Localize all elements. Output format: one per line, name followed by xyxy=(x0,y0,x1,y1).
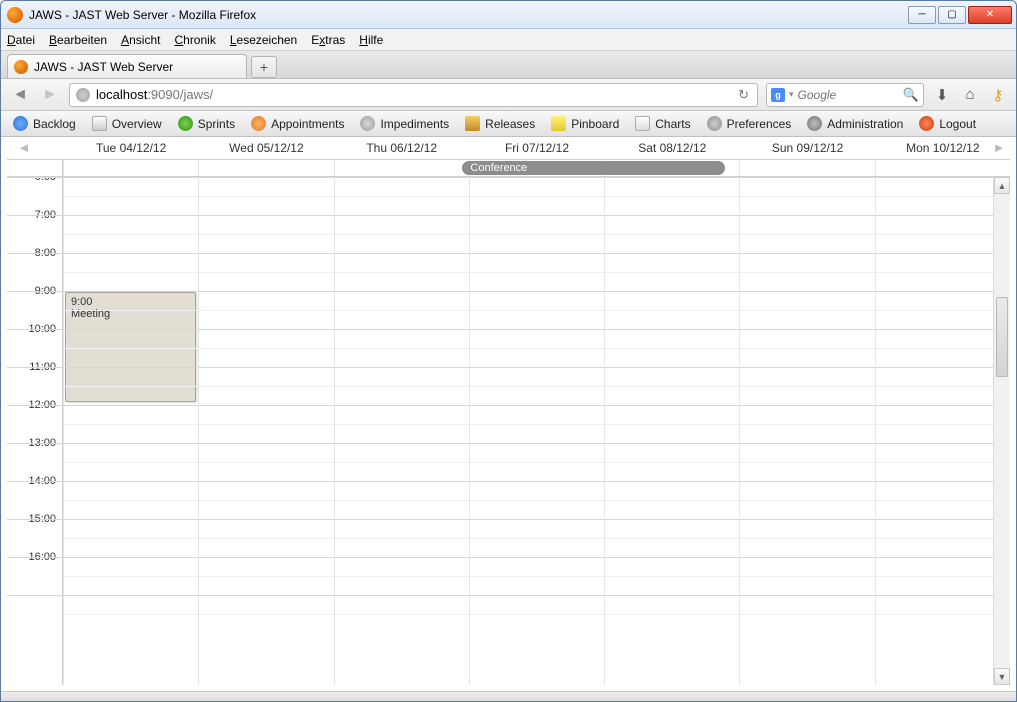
toolbar-appointments[interactable]: Appointments xyxy=(243,113,352,135)
menu-edit[interactable]: Bearbeiten xyxy=(49,33,107,47)
toolbar-overview[interactable]: Overview xyxy=(84,113,170,135)
day-column[interactable] xyxy=(739,177,874,685)
allday-row: Conference xyxy=(7,159,1010,177)
scroll-up-button[interactable]: ▲ xyxy=(994,177,1010,194)
vertical-scrollbar[interactable]: ▲ ▼ xyxy=(993,177,1010,685)
calendar-header: Tue 04/12/12 Wed 05/12/12 Thu 06/12/12 F… xyxy=(7,137,1010,159)
toolbar-impediments[interactable]: Impediments xyxy=(352,113,457,135)
browser-tab[interactable]: JAWS - JAST Web Server xyxy=(7,54,247,78)
close-button[interactable]: ✕ xyxy=(968,6,1012,24)
new-tab-button[interactable]: + xyxy=(251,56,277,78)
day-header: Wed 05/12/12 xyxy=(198,137,333,159)
nav-back-button[interactable]: ◄ xyxy=(9,84,31,106)
app-toolbar: Backlog Overview Sprints Appointments Im… xyxy=(1,111,1016,137)
toolbar-administration[interactable]: Administration xyxy=(799,113,911,135)
overview-icon xyxy=(92,116,107,131)
day-column[interactable] xyxy=(198,177,333,685)
allday-event-conference[interactable]: Conference xyxy=(462,161,724,175)
firefox-icon xyxy=(7,7,23,23)
day-column[interactable]: 9:00 Meeting xyxy=(63,177,198,685)
navbar: ◄ ► localhost:9090/jaws/ ↻ g ▾ 🔍 ⬇ ⌂ ⚷ xyxy=(1,79,1016,111)
google-icon: g xyxy=(771,88,785,102)
search-bar[interactable]: g ▾ 🔍 xyxy=(766,83,924,107)
menu-file[interactable]: Datei xyxy=(7,33,35,47)
preferences-icon xyxy=(707,116,722,131)
impediments-icon xyxy=(360,116,375,131)
appointments-icon xyxy=(251,116,266,131)
site-identity-icon xyxy=(76,88,90,102)
event-time: 9:00 xyxy=(71,296,190,308)
menu-history[interactable]: Chronik xyxy=(174,33,215,47)
search-submit-icon[interactable]: 🔍 xyxy=(903,87,919,103)
tab-favicon xyxy=(14,60,28,74)
tab-label: JAWS - JAST Web Server xyxy=(34,60,173,74)
day-header: Thu 06/12/12 xyxy=(334,137,469,159)
toolbar-releases[interactable]: Releases xyxy=(457,113,543,135)
logout-icon xyxy=(919,116,934,131)
pinboard-icon xyxy=(551,116,566,131)
tab-strip: JAWS - JAST Web Server + xyxy=(1,51,1016,79)
sprints-icon xyxy=(178,116,193,131)
reload-button[interactable]: ↻ xyxy=(738,87,751,103)
scroll-thumb[interactable] xyxy=(996,297,1008,377)
backlog-icon xyxy=(13,116,28,131)
day-column[interactable] xyxy=(469,177,604,685)
day-header: Mon 10/12/12 xyxy=(875,137,1010,159)
menubar: Datei Bearbeiten Ansicht Chronik Lesezei… xyxy=(1,29,1016,51)
menu-extras[interactable]: Extras xyxy=(311,33,345,47)
window-footer xyxy=(1,691,1016,701)
time-column: 6:007:008:009:0010:0011:0012:0013:0014:0… xyxy=(7,177,63,685)
releases-icon xyxy=(465,116,480,131)
downloads-button[interactable]: ⬇ xyxy=(932,85,952,105)
administration-icon xyxy=(807,116,822,131)
addon-button[interactable]: ⚷ xyxy=(988,85,1008,105)
day-column[interactable] xyxy=(334,177,469,685)
toolbar-charts[interactable]: Charts xyxy=(627,113,698,135)
home-button[interactable]: ⌂ xyxy=(960,85,980,105)
scroll-down-button[interactable]: ▼ xyxy=(994,668,1010,685)
menu-bookmarks[interactable]: Lesezeichen xyxy=(230,33,297,47)
menu-help[interactable]: Hilfe xyxy=(359,33,383,47)
day-column[interactable] xyxy=(875,177,1010,685)
toolbar-preferences[interactable]: Preferences xyxy=(699,113,800,135)
day-header: Fri 07/12/12 xyxy=(469,137,604,159)
search-input[interactable] xyxy=(798,88,898,102)
calendar-grid[interactable]: 6:007:008:009:0010:0011:0012:0013:0014:0… xyxy=(7,177,1010,685)
calendar-content: ◄ ► Tue 04/12/12 Wed 05/12/12 Thu 06/12/… xyxy=(1,137,1016,691)
url-bar[interactable]: localhost:9090/jaws/ ↻ xyxy=(69,83,758,107)
toolbar-pinboard[interactable]: Pinboard xyxy=(543,113,627,135)
toolbar-logout[interactable]: Logout xyxy=(911,113,984,135)
toolbar-backlog[interactable]: Backlog xyxy=(5,113,84,135)
maximize-button[interactable]: ▢ xyxy=(938,6,966,24)
day-header: Tue 04/12/12 xyxy=(63,137,198,159)
day-header: Sat 08/12/12 xyxy=(604,137,739,159)
minimize-button[interactable]: ─ xyxy=(908,6,936,24)
url-text: localhost:9090/jaws/ xyxy=(96,87,213,102)
nav-forward-button[interactable]: ► xyxy=(39,84,61,106)
toolbar-sprints[interactable]: Sprints xyxy=(170,113,243,135)
titlebar: JAWS - JAST Web Server - Mozilla Firefox… xyxy=(1,1,1016,29)
charts-icon xyxy=(635,116,650,131)
window-title: JAWS - JAST Web Server - Mozilla Firefox xyxy=(29,8,908,22)
day-header: Sun 09/12/12 xyxy=(739,137,874,159)
day-column[interactable] xyxy=(604,177,739,685)
menu-view[interactable]: Ansicht xyxy=(121,33,160,47)
